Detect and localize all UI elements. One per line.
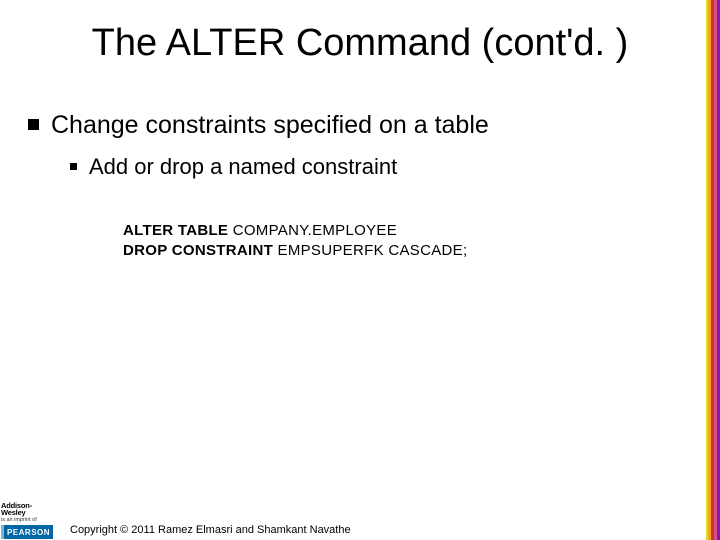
bullet-l2-text: Add or drop a named constraint [89,153,397,181]
bullet-level-1: Change constraints specified on a table [28,110,680,141]
square-bullet-icon [70,163,77,170]
addison-wesley-label: Addison-Wesley [1,502,53,517]
code-text: EMPSUPERFK [273,242,388,259]
decorative-stripe [706,0,720,540]
bullet-level-2: Add or drop a named constraint [70,153,680,181]
code-line-2: DROP CONSTRAINT EMPSUPERFK CASCADE; [123,241,563,261]
square-bullet-icon [28,119,39,130]
pearson-badge: PEARSON [1,525,53,539]
publisher-logo: Addison-Wesley is an imprint of PEARSON [1,502,53,540]
code-text: COMPANY.EMPLOYEE [228,222,397,239]
code-line-1: ALTER TABLE COMPANY.EMPLOYEE [123,221,563,241]
code-example: ALTER TABLE COMPANY.EMPLOYEE DROP CONSTR… [115,215,571,268]
code-keyword: ALTER TABLE [123,222,228,239]
code-text: CASCADE; [388,242,467,259]
content-area: Change constraints specified on a table … [28,110,680,193]
slide-title: The ALTER Command (cont'd. ) [25,22,695,65]
copyright-text: Copyright © 2011 Ramez Elmasri and Shamk… [70,524,351,536]
slide: The ALTER Command (cont'd. ) Change cons… [0,0,720,540]
code-keyword: DROP CONSTRAINT [123,242,273,259]
bullet-l1-text: Change constraints specified on a table [51,110,489,141]
footer: Addison-Wesley is an imprint of PEARSON … [0,496,720,540]
imprint-label: is an imprint of [1,518,53,524]
